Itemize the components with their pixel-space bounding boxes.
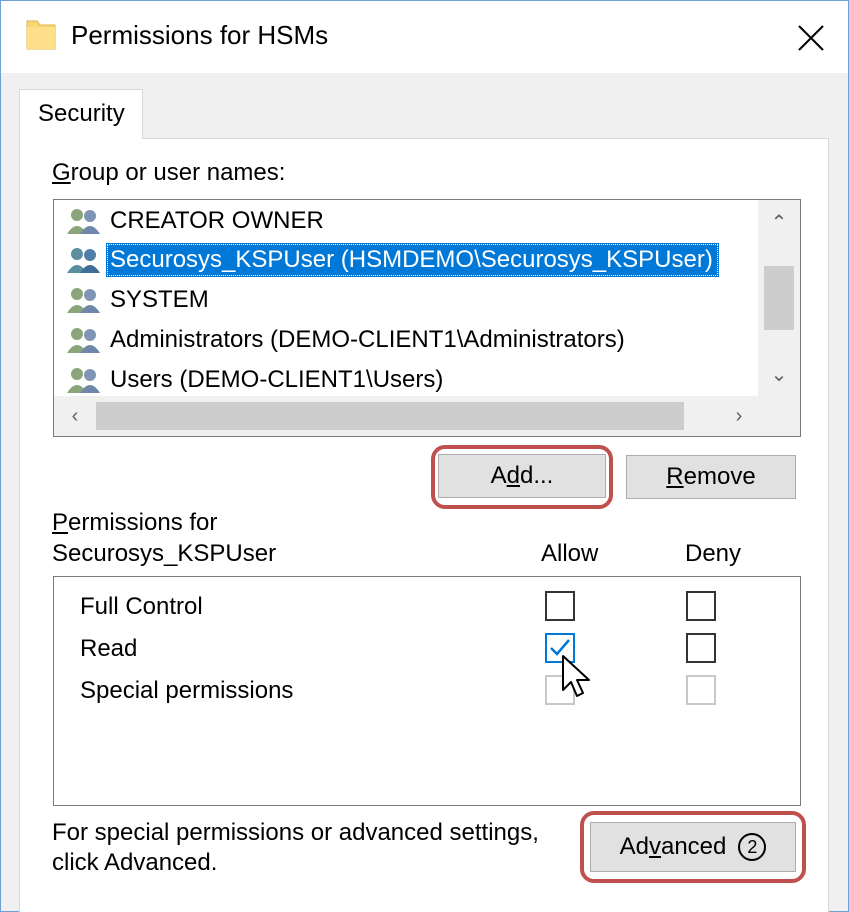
user-group-icon — [67, 209, 100, 234]
folder-icon — [26, 20, 56, 50]
vertical-scrollbar[interactable]: ⌃ ⌄ — [758, 200, 800, 396]
scroll-right-icon[interactable]: › — [718, 396, 760, 436]
scroll-left-icon[interactable]: ‹ — [54, 396, 96, 436]
group-or-user-names-label: Group or user names: — [52, 159, 286, 186]
advanced-button-highlight — [580, 811, 806, 883]
horizontal-scrollbar[interactable]: ‹ › — [54, 396, 800, 436]
permissions-for-user-label: Securosys_KSPUser — [52, 540, 277, 567]
permission-name: Full Control — [80, 593, 203, 620]
close-icon — [798, 25, 824, 51]
advanced-hint-line2: click Advanced. — [52, 849, 218, 876]
list-item-label: SYSTEM — [110, 286, 209, 313]
scroll-down-icon[interactable]: ⌄ — [758, 356, 800, 392]
remove-button[interactable]: Remove — [626, 455, 796, 499]
add-button-highlight — [431, 445, 613, 509]
user-group-icon — [67, 328, 100, 353]
permission-name: Read — [80, 635, 138, 662]
scroll-up-icon[interactable]: ⌃ — [758, 204, 800, 240]
user-group-icon — [67, 368, 100, 393]
list-item-label: Administrators (DEMO-CLIENT1\Administrat… — [110, 326, 625, 353]
list-item-label: CREATOR OWNER — [110, 207, 324, 234]
close-button[interactable] — [781, 11, 841, 65]
window-title: Permissions for HSMs — [71, 20, 329, 50]
list-item-label: Securosys_KSPUser (HSMDEMO\Securosys_KSP… — [106, 243, 719, 277]
group-user-list[interactable]: CREATOR OWNER Securosys_KSPUser (HSMDEMO… — [53, 199, 801, 437]
list-item[interactable]: Users (DEMO-CLIENT1\Users) — [64, 363, 449, 397]
permissions-list: Full Control Read Special permissions — [53, 576, 801, 806]
deny-full-control-checkbox[interactable] — [686, 591, 716, 621]
deny-column-header: Deny — [685, 540, 742, 567]
dialog-body: Group or user names: CREATOR OWNER Secur… — [1, 73, 848, 912]
list-item[interactable]: CREATOR OWNER — [64, 204, 330, 238]
user-group-icon — [67, 288, 100, 313]
list-item-selected[interactable]: Securosys_KSPUser (HSMDEMO\Securosys_KSP… — [64, 243, 719, 277]
deny-special-permissions-checkbox — [686, 675, 716, 705]
title-bar: Permissions for HSMs — [1, 1, 848, 73]
security-tab-panel: Group or user names: CREATOR OWNER Secur… — [19, 138, 829, 912]
advanced-hint-line1: For special permissions or advanced sett… — [52, 819, 539, 846]
vertical-scroll-thumb[interactable] — [764, 266, 794, 330]
deny-read-checkbox[interactable] — [686, 633, 716, 663]
permissions-dialog: Permissions for HSMs Group or user names… — [0, 0, 849, 912]
list-item[interactable]: SYSTEM — [64, 283, 215, 317]
tab-security[interactable]: Security — [19, 89, 143, 139]
permissions-for-label: Permissions for — [52, 509, 218, 536]
list-item-label: Users (DEMO-CLIENT1\Users) — [110, 366, 444, 393]
allow-column-header: Allow — [541, 540, 599, 567]
user-group-icon — [67, 248, 100, 273]
allow-full-control-checkbox[interactable] — [545, 591, 575, 621]
list-item[interactable]: Administrators (DEMO-CLIENT1\Administrat… — [64, 323, 631, 357]
permission-name: Special permissions — [80, 677, 294, 704]
mouse-pointer-icon — [562, 655, 590, 697]
horizontal-scroll-thumb[interactable] — [96, 402, 684, 430]
